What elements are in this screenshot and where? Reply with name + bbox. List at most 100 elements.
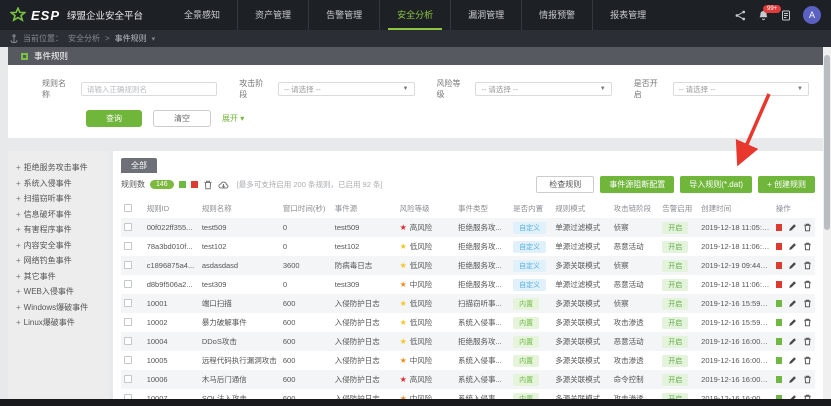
- row-checkbox[interactable]: [124, 242, 132, 250]
- nav-item-6[interactable]: 情报预警: [521, 0, 592, 30]
- sidebar-item-7[interactable]: +网络钓鱼事件: [16, 253, 109, 269]
- table-row[interactable]: c1896875a4...asdasdasd3600防病毒日志★低风险拒绝服务攻…: [121, 256, 815, 275]
- row-checkbox[interactable]: [124, 280, 132, 288]
- table-row[interactable]: 10005远程代码执行漏洞攻击600入侵防护日志★中风险系统入侵事...内置多源…: [121, 351, 815, 370]
- edit-icon[interactable]: [788, 280, 797, 289]
- delete-icon[interactable]: [803, 223, 812, 232]
- toggle-rule-square[interactable]: [776, 262, 782, 269]
- sidebar-item-6[interactable]: +内容安全事件: [16, 238, 109, 254]
- edit-icon[interactable]: [788, 299, 797, 308]
- nav-item-1[interactable]: 全景感知: [167, 0, 237, 30]
- cell-event-type: 拒绝服务攻...: [455, 218, 510, 237]
- toggle-rule-square[interactable]: [776, 243, 782, 250]
- scrollbar-thumb[interactable]: [824, 55, 830, 230]
- sidebar-item-10[interactable]: +Windows爆破事件: [16, 300, 109, 316]
- event-source-block-config-button[interactable]: 事件源阻断配置: [600, 176, 674, 193]
- row-checkbox[interactable]: [124, 223, 132, 231]
- expand-plus-icon[interactable]: +: [16, 303, 21, 312]
- expand-plus-icon[interactable]: +: [16, 210, 21, 219]
- sidebar-item-5[interactable]: +有害程序事件: [16, 222, 109, 238]
- edit-icon[interactable]: [788, 356, 797, 365]
- delete-icon[interactable]: [803, 242, 812, 251]
- table-row[interactable]: 10004DDoS攻击600入侵防护日志★低风险拒绝服务攻...内置多源关联模式…: [121, 332, 815, 351]
- expand-plus-icon[interactable]: +: [16, 287, 21, 296]
- expand-plus-icon[interactable]: +: [16, 318, 21, 327]
- toggle-rule-square[interactable]: [776, 300, 782, 307]
- edit-icon[interactable]: [788, 337, 797, 346]
- edit-icon[interactable]: [788, 318, 797, 327]
- delete-icon[interactable]: [803, 299, 812, 308]
- table-row[interactable]: 00f022ff355...test5090test509★高风险拒绝服务攻..…: [121, 218, 815, 237]
- expand-plus-icon[interactable]: +: [16, 225, 21, 234]
- toggle-rule-square[interactable]: [776, 376, 782, 383]
- tab-all[interactable]: 全部: [121, 158, 157, 173]
- toggle-rule-square[interactable]: [776, 281, 782, 288]
- row-checkbox[interactable]: [124, 356, 132, 364]
- toggle-rule-square[interactable]: [776, 319, 782, 326]
- edit-icon[interactable]: [788, 375, 797, 384]
- nav-item-7[interactable]: 报表管理: [592, 0, 663, 30]
- sidebar-item-3[interactable]: +扫描窃听事件: [16, 191, 109, 207]
- delete-icon[interactable]: [803, 356, 812, 365]
- sidebar-item-11[interactable]: +Linux爆破事件: [16, 315, 109, 331]
- row-checkbox[interactable]: [124, 337, 132, 345]
- expand-plus-icon[interactable]: +: [16, 194, 21, 203]
- toggle-rule-square[interactable]: [776, 224, 782, 231]
- create-rule-button[interactable]: + 创建规则: [758, 176, 815, 193]
- delete-icon[interactable]: [803, 375, 812, 384]
- expand-plus-icon[interactable]: +: [16, 256, 21, 265]
- check-rules-button[interactable]: 检查规则: [536, 176, 594, 193]
- table-row[interactable]: 10001端口扫描600入侵防护日志★低风险扫描窃听事...内置多源关联模式侦察…: [121, 294, 815, 313]
- edit-icon[interactable]: [788, 261, 797, 270]
- expand-link[interactable]: 展开 ▾: [222, 113, 244, 124]
- expand-plus-icon[interactable]: +: [16, 163, 21, 172]
- edit-icon[interactable]: [788, 223, 797, 232]
- breadcrumb-path[interactable]: 安全分析: [68, 33, 100, 44]
- risk-level-select[interactable]: -- 请选择 -- ▼: [475, 82, 611, 96]
- enabled-select[interactable]: -- 请选择 -- ▼: [673, 82, 809, 96]
- nav-item-3[interactable]: 告警管理: [308, 0, 379, 30]
- export-cloud-icon[interactable]: [218, 180, 229, 190]
- share-icon[interactable]: [735, 10, 746, 21]
- expand-plus-icon[interactable]: +: [16, 179, 21, 188]
- rule-name-input[interactable]: [81, 82, 217, 96]
- row-checkbox[interactable]: [124, 318, 132, 326]
- toggle-rule-square[interactable]: [776, 338, 782, 345]
- table-row[interactable]: 10002暴力破解事件600入侵防护日志★低风险系统入侵事...内置多源关联模式…: [121, 313, 815, 332]
- row-checkbox[interactable]: [124, 375, 132, 383]
- attack-stage-select[interactable]: -- 请选择 -- ▼: [278, 82, 414, 96]
- delete-icon[interactable]: [803, 318, 812, 327]
- nav-item-2[interactable]: 资产管理: [237, 0, 308, 30]
- document-icon[interactable]: [781, 10, 791, 21]
- table-row[interactable]: 78a3bd010f...test1020test102★低风险拒绝服务攻...…: [121, 237, 815, 256]
- breadcrumb-caret-icon[interactable]: ▾: [152, 35, 156, 43]
- user-avatar[interactable]: A: [803, 6, 821, 24]
- toggle-rule-square[interactable]: [776, 357, 782, 364]
- notifications-bell-icon[interactable]: 99+: [758, 10, 769, 21]
- sidebar-item-9[interactable]: +WEB入侵事件: [16, 284, 109, 300]
- sidebar-item-1[interactable]: +拒绝服务攻击事件: [16, 160, 109, 176]
- nav-item-5[interactable]: 漏洞管理: [450, 0, 521, 30]
- delete-icon[interactable]: [803, 280, 812, 289]
- delete-icon[interactable]: [803, 261, 812, 270]
- sidebar-item-2[interactable]: +系统入侵事件: [16, 176, 109, 192]
- nav-item-4[interactable]: 安全分析: [379, 0, 450, 30]
- edit-icon[interactable]: [788, 242, 797, 251]
- rules-table-panel: 全部 规则数 146 [最多可支持启用 200 条规则，已启用 92 条] 检查…: [113, 151, 823, 406]
- row-checkbox[interactable]: [124, 261, 132, 269]
- delete-rules-icon[interactable]: [203, 180, 213, 190]
- import-rules-button[interactable]: 导入规则(*.dat): [680, 176, 752, 193]
- sidebar-item-label: Windows爆破事件: [24, 303, 88, 312]
- delete-icon[interactable]: [803, 337, 812, 346]
- sidebar-item-4[interactable]: +信息破坏事件: [16, 207, 109, 223]
- sidebar-item-8[interactable]: +其它事件: [16, 269, 109, 285]
- table-row[interactable]: d8b9f506a2...test3090test309★中风险拒绝服务攻...…: [121, 275, 815, 294]
- search-button[interactable]: 查询: [86, 110, 142, 127]
- row-checkbox[interactable]: [124, 299, 132, 307]
- expand-plus-icon[interactable]: +: [16, 272, 21, 281]
- breadcrumb-current[interactable]: 事件规则: [115, 33, 147, 44]
- select-all-checkbox[interactable]: [124, 204, 132, 212]
- table-row[interactable]: 10006木马后门通信600入侵防护日志★高风险系统入侵事...内置多源关联模式…: [121, 370, 815, 389]
- expand-plus-icon[interactable]: +: [16, 241, 21, 250]
- clear-button[interactable]: 清空: [153, 110, 211, 127]
